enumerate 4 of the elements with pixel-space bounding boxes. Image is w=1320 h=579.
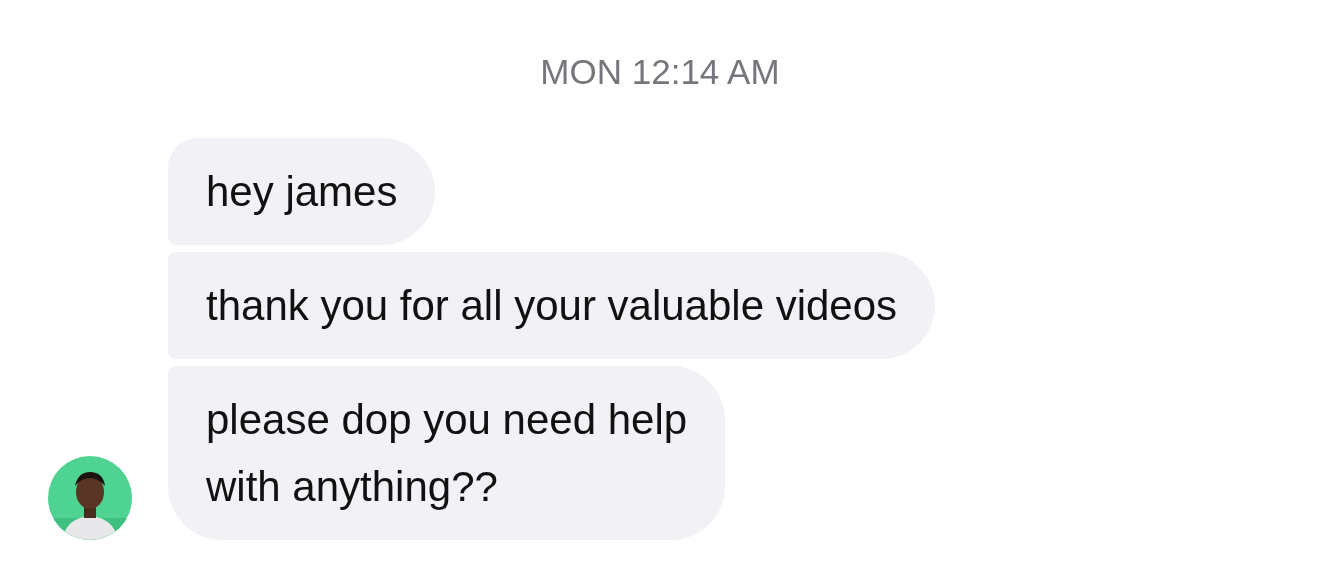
timestamp: MON 12:14 AM — [540, 52, 780, 92]
message-bubble: please dop you need help with anything?? — [168, 366, 726, 540]
message-bubble: hey james — [168, 138, 436, 245]
message-bubble: thank you for all your valuable videos — [168, 252, 936, 359]
